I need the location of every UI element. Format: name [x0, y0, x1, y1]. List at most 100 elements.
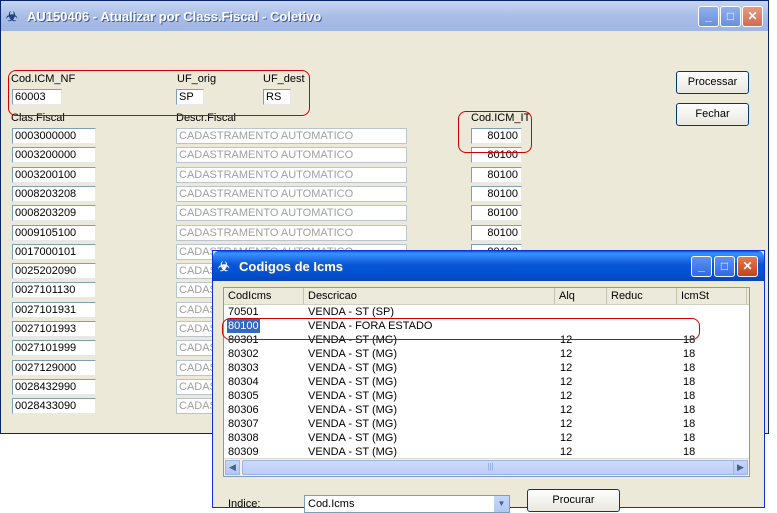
processar-button[interactable]: Processar	[676, 71, 749, 94]
minimize-icon[interactable]: _	[698, 6, 719, 27]
clas-fiscal-field[interactable]: 0028432990	[12, 378, 96, 395]
list-item[interactable]: 80100 VENDA - FORA ESTADO	[224, 319, 749, 333]
scroll-thumb[interactable]: |||	[242, 460, 739, 475]
clas-fiscal-field[interactable]: 0017000101	[12, 243, 96, 260]
col-alq[interactable]: Alq	[555, 288, 607, 304]
list-cell-alq: 12	[560, 446, 573, 458]
icms-list-view[interactable]: CodIcms Descricao Alq Reduc IcmSt 70501 V…	[223, 287, 750, 477]
list-cell-alq: 12	[560, 432, 573, 444]
main-title-bar[interactable]: ☣ AU150406 - Atualizar por Class.Fiscal …	[1, 1, 768, 31]
list-cell-alq: 12	[560, 362, 573, 374]
list-cell-desc: VENDA - ST (MG)	[308, 376, 398, 388]
list-item[interactable]: 80309 VENDA - ST (MG) 12 18	[224, 445, 749, 459]
scroll-left-icon[interactable]: ◀	[225, 460, 240, 475]
clas-fiscal-field[interactable]: 0025202090	[12, 263, 96, 280]
descr-fiscal-field: CADASTRAMENTO AUTOMATICO	[176, 185, 407, 202]
list-cell-desc: VENDA - ST (SP)	[308, 306, 394, 318]
cod-icm-it-field[interactable]: 80100	[471, 205, 522, 222]
uf-dest-field[interactable]: RS	[263, 89, 291, 105]
list-cell-cod: 80301	[228, 334, 259, 346]
list-cell-alq: 12	[560, 348, 573, 360]
cod-icm-nf-field[interactable]: 60003	[12, 89, 62, 105]
list-cell-st: 18	[683, 348, 696, 360]
descr-fiscal-field: CADASTRAMENTO AUTOMATICO	[176, 224, 407, 241]
list-item[interactable]: 80301 VENDA - ST (MG) 12 18	[224, 333, 749, 347]
list-item[interactable]: 80306 VENDA - ST (MG) 12 18	[224, 403, 749, 417]
cod-icm-it-field[interactable]: 80100	[471, 147, 522, 164]
horizontal-scrollbar[interactable]: ◀ ||| ▶	[224, 458, 749, 476]
uf-dest-label: UF_dest	[263, 73, 305, 85]
scroll-right-icon[interactable]: ▶	[733, 460, 748, 475]
chevron-down-icon[interactable]: ▼	[494, 496, 509, 512]
maximize-icon[interactable]: □	[720, 6, 741, 27]
dialog-maximize-icon[interactable]: □	[714, 256, 735, 277]
list-item[interactable]: 80303 VENDA - ST (MG) 12 18	[224, 361, 749, 375]
uf-orig-field[interactable]: SP	[176, 89, 204, 105]
clas-fiscal-field[interactable]: 0028433090	[12, 398, 96, 415]
list-cell-st: 18	[683, 404, 696, 416]
list-cell-alq: 12	[560, 376, 573, 388]
cod-icm-it-field[interactable]: 80100	[471, 185, 522, 202]
cod-icm-it-field[interactable]: 80100	[471, 224, 522, 241]
col-icmst[interactable]: IcmSt	[677, 288, 747, 304]
close-icon[interactable]: ✕	[742, 6, 763, 27]
clas-fiscal-field[interactable]: 0027101999	[12, 340, 96, 357]
clas-fiscal-field[interactable]: 0009105100	[12, 224, 96, 241]
list-cell-cod: 80306	[228, 404, 259, 416]
list-item[interactable]: 80302 VENDA - ST (MG) 12 18	[224, 347, 749, 361]
list-cell-alq: 12	[560, 390, 573, 402]
list-cell-st: 18	[683, 376, 696, 388]
col-codicms[interactable]: CodIcms	[224, 288, 304, 304]
cod-icm-it-field[interactable]: 80100	[471, 166, 522, 183]
clas-fiscal-field[interactable]: 0027101931	[12, 301, 96, 318]
list-cell-cod: 80302	[228, 348, 259, 360]
list-cell-cod: 80309	[228, 446, 259, 458]
list-item[interactable]: 80305 VENDA - ST (MG) 12 18	[224, 389, 749, 403]
fechar-button[interactable]: Fechar	[676, 103, 749, 126]
clas-fiscal-field[interactable]: 0003200100	[12, 166, 96, 183]
clas-fiscal-field[interactable]: 0003200000	[12, 147, 96, 164]
list-cell-desc: VENDA - ST (MG)	[308, 404, 398, 416]
list-cell-cod: 70501	[228, 306, 259, 318]
main-window-title: AU150406 - Atualizar por Class.Fiscal - …	[27, 9, 322, 24]
dialog-close-icon[interactable]: ✕	[737, 256, 758, 277]
list-item[interactable]: 80308 VENDA - ST (MG) 12 18	[224, 431, 749, 445]
cod-icm-it-field[interactable]: 80100	[471, 128, 522, 144]
clas-fiscal-field[interactable]: 0027101993	[12, 321, 96, 337]
clas-fiscal-field[interactable]: 0027101130	[12, 282, 96, 299]
list-item[interactable]: 70501 VENDA - ST (SP)	[224, 305, 749, 319]
list-header: CodIcms Descricao Alq Reduc IcmSt	[224, 288, 749, 305]
cod-icm-nf-label: Cod.ICM_NF	[11, 73, 76, 85]
list-item[interactable]: 80304 VENDA - ST (MG) 12 18	[224, 375, 749, 389]
list-cell-cod: 80305	[228, 390, 259, 402]
list-cell-desc: VENDA - ST (MG)	[308, 390, 398, 402]
uf-orig-label: UF_orig	[177, 73, 217, 85]
indice-label: Indice:	[228, 498, 261, 510]
descr-fiscal-field: CADASTRAMENTO AUTOMATICO	[176, 205, 407, 222]
list-cell-desc: VENDA - ST (MG)	[308, 362, 398, 374]
list-cell-st: 18	[683, 362, 696, 374]
col-descricao[interactable]: Descricao	[304, 288, 555, 304]
dialog-app-icon: ☣	[218, 259, 230, 274]
indice-select[interactable]: Cod.Icms ▼	[304, 495, 510, 513]
clas-fiscal-field[interactable]: 0008203209	[12, 205, 96, 222]
app-icon: ☣	[6, 9, 18, 24]
clas-fiscal-field[interactable]: 0027129000	[12, 359, 96, 376]
list-item[interactable]: 80307 VENDA - ST (MG) 12 18	[224, 417, 749, 431]
descr-fiscal-field: CADASTRAMENTO AUTOMATICO	[176, 166, 407, 183]
dialog-title-bar[interactable]: ☣ Codigos de Icms _ □ ✕	[213, 251, 764, 281]
clas-fiscal-field[interactable]: 0003000000	[12, 128, 96, 144]
col-reduc[interactable]: Reduc	[607, 288, 677, 304]
dialog-minimize-icon[interactable]: _	[691, 256, 712, 277]
procurar-button[interactable]: Procurar	[527, 489, 620, 512]
list-cell-desc: VENDA - ST (MG)	[308, 348, 398, 360]
list-cell-desc: VENDA - ST (MG)	[308, 432, 398, 444]
list-cell-desc: VENDA - ST (MG)	[308, 334, 398, 346]
descr-fiscal-field: CADASTRAMENTO AUTOMATICO	[176, 128, 407, 144]
list-cell-desc: VENDA - ST (MG)	[308, 418, 398, 430]
indice-select-value: Cod.Icms	[308, 498, 355, 510]
list-cell-st: 18	[683, 446, 696, 458]
clas-fiscal-field[interactable]: 0008203208	[12, 185, 96, 202]
descr-fiscal-field: CADASTRAMENTO AUTOMATICO	[176, 147, 407, 164]
list-cell-cod: 80307	[228, 418, 259, 430]
